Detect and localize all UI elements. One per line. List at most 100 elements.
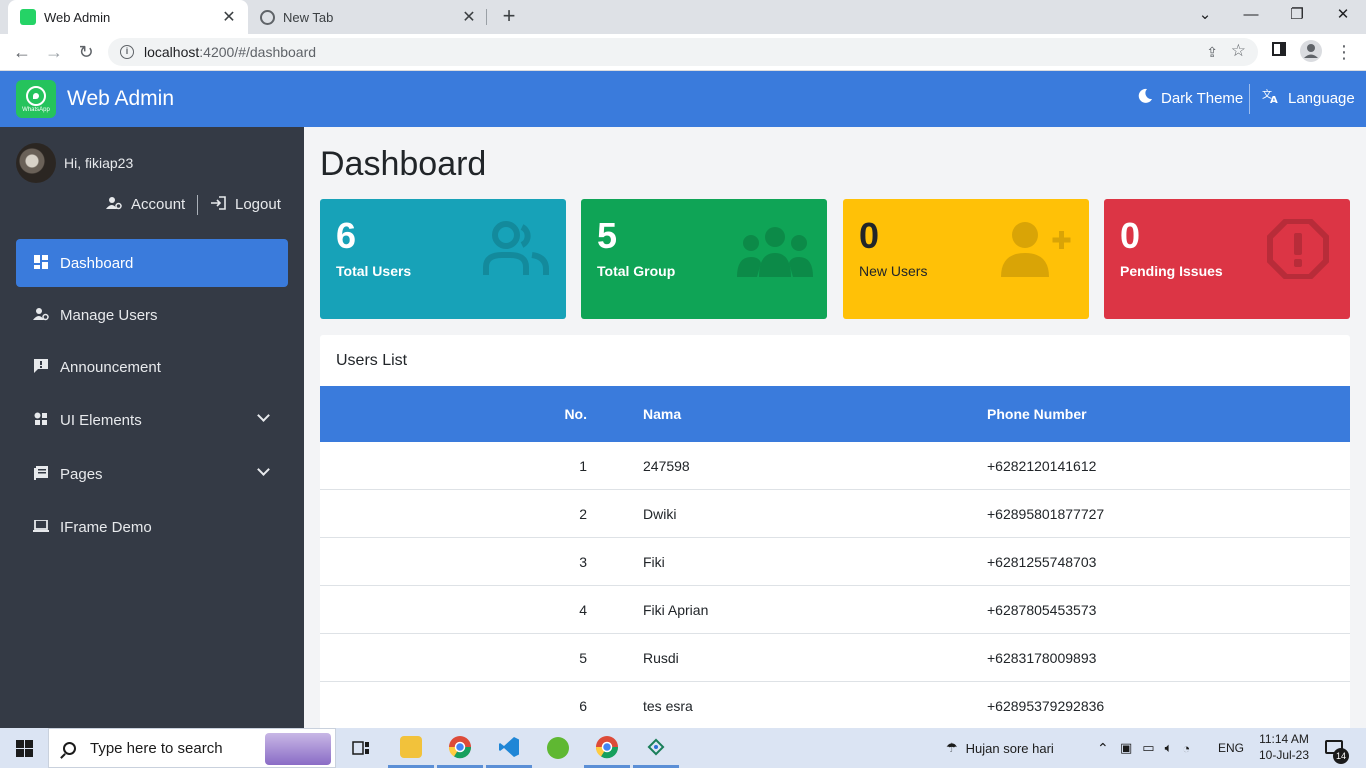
wifi-icon: ◔	[1182, 740, 1191, 756]
sidebar-item-label: Announcement	[60, 358, 161, 376]
sidebar-item-announcement[interactable]: Announcement	[16, 343, 288, 391]
sidebar-item-dashboard[interactable]: Dashboard	[16, 239, 288, 287]
cell-phone: +6283178009893	[987, 650, 1097, 666]
logo-text: WhatsApp	[22, 106, 50, 113]
address-bar[interactable]: i localhost:4200/#/dashboard ⇪ ☆	[108, 38, 1258, 66]
app-running-icon[interactable]	[633, 728, 679, 768]
cell-phone: +62895801877727	[987, 506, 1105, 522]
weather-widget[interactable]: ☂ Hujan sore hari	[946, 728, 1054, 768]
close-tab-icon[interactable]: ✕	[460, 7, 478, 27]
search-highlight-image	[265, 733, 331, 765]
clock-time: 11:14 AM	[1259, 732, 1309, 746]
side-panel-icon[interactable]	[1267, 40, 1291, 64]
stat-value: 0	[859, 215, 880, 256]
search-placeholder: Type here to search	[90, 739, 223, 757]
sidebar-item-label: Dashboard	[60, 254, 134, 272]
url-host: localhost	[144, 44, 200, 60]
group-icon	[737, 227, 813, 277]
globe-favicon-icon	[260, 9, 275, 25]
reload-button[interactable]: ↻	[74, 40, 98, 64]
browser-toolbar: ← → ↻ i localhost:4200/#/dashboard ⇪ ☆ ⋮	[0, 34, 1366, 71]
profile-avatar-icon[interactable]	[1299, 40, 1323, 64]
table-row[interactable]: 1 247598 +6282120141612	[320, 442, 1350, 490]
dark-theme-label: Dark Theme	[1161, 90, 1244, 107]
input-language[interactable]: ENG	[1218, 728, 1244, 768]
cell-phone: +6287805453573	[987, 602, 1097, 618]
restore-button[interactable]: ❐	[1274, 0, 1320, 30]
users-list-panel: Users List No. Nama Phone Number 1 24759…	[320, 335, 1350, 728]
stat-card-new-users[interactable]: 0 New Users	[843, 199, 1089, 319]
page-title: Dashboard	[320, 145, 487, 183]
table-row[interactable]: 3 Fiki +6281255748703	[320, 538, 1350, 586]
sidebar-item-pages[interactable]: Pages	[16, 450, 288, 498]
browser-tab-bar: Web Admin ✕ New Tab ✕ + ⌄ — ❐ ✕	[0, 0, 1366, 34]
meet-now-icon: ▣	[1120, 740, 1133, 755]
announcement-icon	[32, 358, 50, 376]
forward-button[interactable]: →	[42, 40, 66, 64]
stat-label: Total Users	[336, 263, 412, 279]
close-window-button[interactable]: ✕	[1320, 0, 1366, 30]
app-logo[interactable]: WhatsApp	[16, 80, 56, 118]
table-header: No. Nama Phone Number	[320, 386, 1350, 442]
tab-search-dropdown-icon[interactable]: ⌄	[1182, 0, 1228, 30]
user-greeting: Hi, fikiap23	[64, 155, 134, 171]
share-icon[interactable]: ⇪	[1206, 44, 1218, 61]
weather-text: Hujan sore hari	[965, 740, 1054, 756]
svg-text:A: A	[1270, 95, 1278, 104]
cell-no: 5	[579, 650, 587, 666]
task-view-icon[interactable]	[338, 728, 384, 768]
umbrella-icon: ☂	[946, 740, 958, 755]
cell-no: 3	[579, 554, 587, 570]
vscode-icon[interactable]	[486, 728, 532, 768]
chrome-menu-icon[interactable]: ⋮	[1332, 40, 1356, 64]
language-button[interactable]: 文A Language	[1262, 88, 1355, 109]
table-row[interactable]: 5 Rusdi +6283178009893	[320, 634, 1350, 682]
dark-theme-button[interactable]: Dark Theme	[1137, 88, 1243, 109]
shapes-icon	[32, 412, 50, 429]
chrome-profile-icon[interactable]	[437, 728, 483, 768]
windows-start-icon[interactable]	[16, 740, 33, 757]
taskbar-clock[interactable]: 11:14 AM 10-Jul-23	[1252, 731, 1316, 763]
browser-tab-new-tab[interactable]: New Tab ✕	[248, 0, 488, 34]
whatsapp-favicon-icon	[20, 9, 36, 25]
stat-card-total-group[interactable]: 5 Total Group	[581, 199, 827, 319]
clock-date: 10-Jul-23	[1258, 748, 1310, 762]
user-avatar[interactable]	[16, 143, 56, 183]
back-button[interactable]: ←	[10, 40, 34, 64]
logout-link[interactable]: Logout	[210, 196, 281, 213]
spring-tool-icon[interactable]	[535, 728, 581, 768]
close-tab-icon[interactable]: ✕	[220, 7, 238, 27]
header-divider	[1249, 84, 1250, 114]
cell-phone: +6281255748703	[987, 554, 1097, 570]
cell-no: 4	[579, 602, 587, 618]
browser-tab-web-admin[interactable]: Web Admin ✕	[8, 0, 248, 34]
table-row[interactable]: 6 tes esra +62895379292836	[320, 682, 1350, 728]
bookmark-star-icon[interactable]: ☆	[1231, 41, 1246, 61]
account-link[interactable]: Account	[106, 196, 185, 213]
account-divider	[197, 195, 198, 215]
system-tray-icons[interactable]: ▣ ▭ 🔈︎ ◔	[1120, 728, 1190, 768]
table-row[interactable]: 4 Fiki Aprian +6287805453573	[320, 586, 1350, 634]
chrome-icon[interactable]	[584, 728, 630, 768]
volume-icon: 🔈︎	[1164, 740, 1173, 755]
brand-title[interactable]: Web Admin	[67, 87, 174, 111]
sidebar-item-ui-elements[interactable]: UI Elements	[16, 396, 288, 444]
taskbar-search-box[interactable]: Type here to search	[48, 728, 336, 768]
new-tab-button[interactable]: +	[498, 5, 520, 27]
stat-card-total-users[interactable]: 6 Total Users	[320, 199, 566, 319]
minimize-button[interactable]: —	[1228, 0, 1274, 30]
show-hidden-icons-icon[interactable]: ⌃	[1097, 728, 1109, 768]
sidebar-item-iframe-demo[interactable]: IFrame Demo	[16, 503, 288, 551]
cell-nama: tes esra	[643, 698, 693, 714]
sidebar-item-label: Pages	[60, 465, 103, 483]
battery-icon: ▭	[1142, 740, 1155, 755]
site-info-icon[interactable]: i	[120, 45, 134, 59]
stat-card-pending-issues[interactable]: 0 Pending Issues	[1104, 199, 1350, 319]
whatsapp-logo-icon	[26, 85, 46, 106]
tab-title: New Tab	[283, 9, 334, 25]
translate-icon: 文A	[1262, 88, 1280, 109]
sidebar-item-manage-users[interactable]: Manage Users	[16, 291, 288, 339]
app-header: WhatsApp Web Admin Dark Theme 文A Languag…	[0, 71, 1366, 127]
file-explorer-icon[interactable]	[388, 728, 434, 768]
table-row[interactable]: 2 Dwiki +62895801877727	[320, 490, 1350, 538]
